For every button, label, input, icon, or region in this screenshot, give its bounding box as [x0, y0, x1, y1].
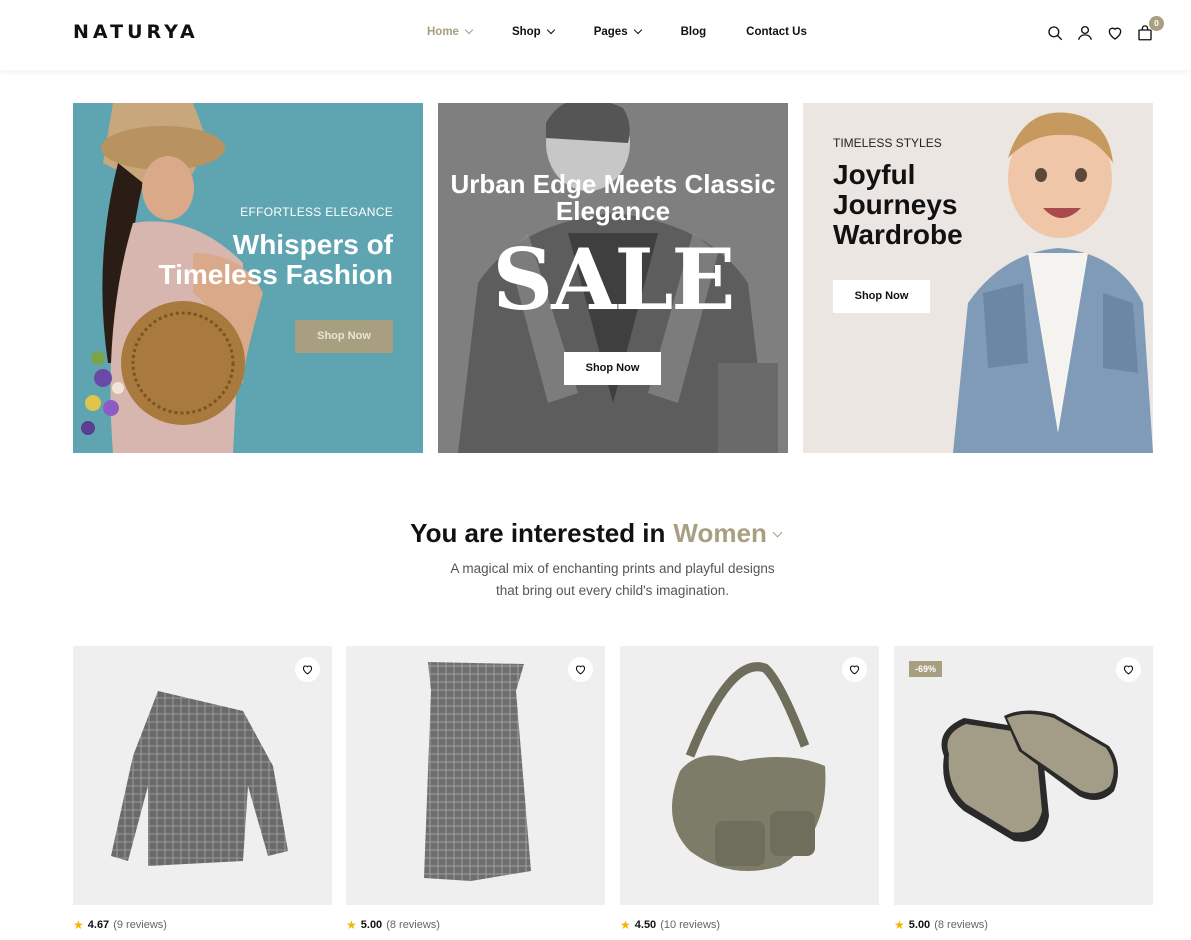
- chevron-down-icon: [464, 25, 474, 35]
- suede-clogs-image: [941, 710, 1118, 842]
- heart-icon: [1123, 665, 1134, 675]
- banner-eyebrow: EFFORTLESS ELEGANCE: [240, 205, 393, 219]
- banner-title: Joyful Journeys Wardrobe: [833, 159, 963, 250]
- section-subtitle-line: that bring out every child's imagination…: [496, 583, 729, 598]
- banner-timeless-styles[interactable]: TIMELESS STYLES Joyful Journeys Wardrobe…: [803, 103, 1153, 453]
- nav-pages[interactable]: Pages: [593, 25, 642, 38]
- product-card[interactable]: -69% ★ 5.00 (8 reviews): [894, 646, 1153, 932]
- rating-score: 5.00: [908, 919, 931, 931]
- product-image[interactable]: [620, 646, 879, 905]
- chevron-down-icon[interactable]: [772, 527, 783, 538]
- heart-icon: [575, 665, 586, 675]
- shop-now-button[interactable]: Shop Now: [833, 280, 930, 313]
- product-card[interactable]: ★ 4.50 (10 reviews): [620, 646, 879, 932]
- review-count: (8 reviews): [386, 919, 440, 931]
- banner-eyebrow: TIMELESS STYLES: [833, 136, 942, 150]
- rating-score: 4.67: [87, 919, 110, 931]
- product-image[interactable]: -69%: [894, 646, 1153, 905]
- section-subtitle: A magical mix of enchanting prints and p…: [395, 558, 830, 602]
- star-icon: ★: [894, 918, 905, 932]
- star-icon: ★: [73, 918, 84, 932]
- nav-home[interactable]: Home: [427, 25, 474, 38]
- nav-shop[interactable]: Shop: [511, 25, 555, 38]
- section-heading: You are interested in Women: [0, 518, 1191, 549]
- section-heading-prefix: You are interested in: [410, 518, 666, 548]
- child-in-denim-jacket-image: [953, 112, 1153, 453]
- rating-score: 5.00: [360, 919, 383, 931]
- banner-title: Urban Edge Meets Classic Elegance: [450, 169, 776, 226]
- rating-score: 4.50: [634, 919, 657, 931]
- logo[interactable]: NATURYA: [73, 21, 199, 43]
- product-rating: ★ 4.50 (10 reviews): [620, 918, 879, 932]
- nav-blog[interactable]: Blog: [681, 26, 707, 38]
- wishlist-button[interactable]: [842, 657, 867, 682]
- review-count: (10 reviews): [660, 919, 721, 931]
- section-subtitle-line: A magical mix of enchanting prints and p…: [450, 561, 775, 576]
- star-icon: ★: [620, 918, 631, 932]
- product-rating: ★ 5.00 (8 reviews): [346, 918, 605, 932]
- main-nav: Home Shop Pages Blog Contact Us: [427, 25, 807, 38]
- sale-text: SALE: [492, 230, 736, 329]
- review-count: (9 reviews): [113, 919, 167, 931]
- plaid-top-image: [111, 691, 288, 866]
- user-icon[interactable]: [1076, 24, 1094, 42]
- wishlist-button[interactable]: [1116, 657, 1141, 682]
- plaid-skirt-image: [424, 662, 531, 881]
- search-icon[interactable]: [1046, 24, 1064, 42]
- header-icons: 0: [1046, 16, 1166, 42]
- banner-effortless-elegance[interactable]: EFFORTLESS ELEGANCE Whispers of Timeless…: [73, 103, 423, 453]
- category-dropdown[interactable]: Women: [673, 518, 766, 548]
- banner-title: Whispers of Timeless Fashion: [158, 229, 393, 290]
- heart-icon[interactable]: [1106, 24, 1124, 42]
- nav-shop-label: Shop: [511, 26, 541, 38]
- banner-urban-edge-sale[interactable]: Urban Edge Meets Classic Elegance SALE S…: [438, 103, 788, 453]
- nav-pages-label: Pages: [593, 26, 628, 38]
- nav-contact[interactable]: Contact Us: [746, 26, 807, 38]
- product-image[interactable]: [73, 646, 332, 905]
- nav-home-label: Home: [427, 26, 459, 38]
- discount-badge: -69%: [909, 661, 943, 677]
- nav-contact-label: Contact Us: [746, 26, 807, 38]
- review-count: (8 reviews): [934, 919, 988, 931]
- product-rating: ★ 5.00 (8 reviews): [894, 918, 1153, 932]
- product-card[interactable]: ★ 4.67 (9 reviews): [73, 646, 332, 932]
- chevron-down-icon: [633, 25, 642, 35]
- chevron-down-icon: [546, 25, 555, 35]
- heart-icon: [849, 665, 860, 675]
- olive-shoulder-bag-image: [672, 662, 826, 871]
- wishlist-button[interactable]: [568, 657, 593, 682]
- bag-icon[interactable]: 0: [1136, 16, 1164, 42]
- nav-blog-label: Blog: [680, 26, 707, 38]
- product-rating: ★ 4.67 (9 reviews): [73, 918, 332, 932]
- heart-icon: [302, 665, 313, 675]
- shop-now-button[interactable]: Shop Now: [295, 320, 393, 353]
- site-header: NATURYA Home Shop Pages Blog Contact Us: [0, 0, 1191, 70]
- shop-now-button[interactable]: Shop Now: [564, 352, 661, 385]
- wishlist-button[interactable]: [295, 657, 320, 682]
- product-card[interactable]: ★ 5.00 (8 reviews): [346, 646, 605, 932]
- product-image[interactable]: [346, 646, 605, 905]
- cart-count-badge: 0: [1149, 16, 1164, 31]
- star-icon: ★: [346, 918, 357, 932]
